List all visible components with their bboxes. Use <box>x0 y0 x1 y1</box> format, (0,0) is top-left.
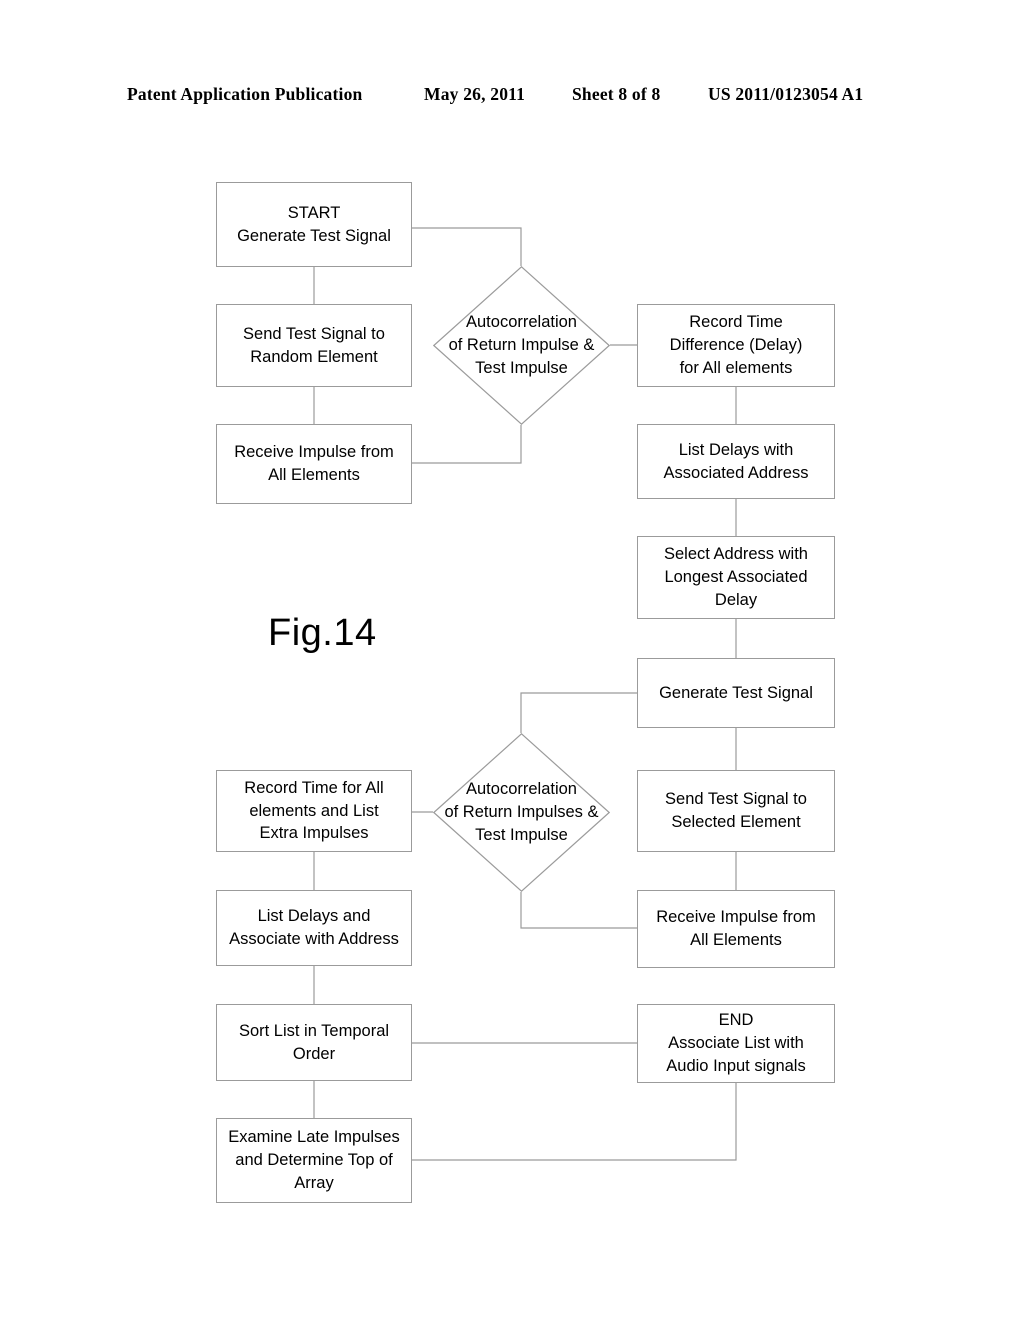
connector-autocorr-2-to-receive-2 <box>520 892 637 929</box>
node-examine-late-impulses[interactable]: Examine Late Impulses and Determine Top … <box>216 1118 412 1203</box>
node-autocorrelation-1[interactable]: Autocorrelation of Return Impulse & Test… <box>433 266 610 425</box>
node-end-label: END Associate List with Audio Input sign… <box>666 1011 806 1075</box>
node-select-address-longest-delay-label: Select Address with Longest Associated D… <box>664 545 808 609</box>
node-start[interactable]: START Generate Test Signal <box>216 182 412 267</box>
node-list-delays-associated-address[interactable]: List Delays with Associated Address <box>637 424 835 499</box>
node-examine-late-impulses-label: Examine Late Impulses and Determine Top … <box>228 1128 400 1192</box>
connector-examine-late-to-end <box>412 1083 737 1161</box>
node-start-label: START Generate Test Signal <box>237 203 391 245</box>
node-send-test-signal-selected-label: Send Test Signal to Selected Element <box>665 790 807 831</box>
node-send-test-signal-random-label: Send Test Signal to Random Element <box>243 324 385 366</box>
node-receive-impulse-all-1-label: Receive Impulse from All Elements <box>234 443 394 484</box>
node-receive-impulse-all-1[interactable]: Receive Impulse from All Elements <box>216 424 412 504</box>
flowchart-connectors <box>313 227 737 1161</box>
node-autocorrelation-2-label: Autocorrelation of Return Impulses & Tes… <box>444 780 599 844</box>
node-sort-list-temporal-order-label: Sort List in Temporal Order <box>238 1021 390 1063</box>
node-receive-impulse-all-2-label: Receive Impulse from All Elements <box>656 908 816 949</box>
connector-generate-test-to-autocorr-2 <box>520 692 637 733</box>
node-send-test-signal-selected[interactable]: Send Test Signal to Selected Element <box>637 770 835 852</box>
node-list-delays-associate-address-label: List Delays and Associate with Address <box>229 907 399 948</box>
node-record-time-difference-label: Record Time Difference (Delay) for All e… <box>669 313 803 377</box>
node-generate-test-signal-label: Generate Test Signal <box>659 683 813 702</box>
node-record-time-all-elements[interactable]: Record Time for All elements and List Ex… <box>216 770 412 852</box>
node-list-delays-associated-address-label: List Delays with Associated Address <box>663 440 809 482</box>
node-record-time-all-elements-label: Record Time for All elements and List Ex… <box>244 778 384 843</box>
node-autocorrelation-1-label: Autocorrelation of Return Impulse & Test… <box>448 313 595 377</box>
node-receive-impulse-all-2[interactable]: Receive Impulse from All Elements <box>637 890 835 968</box>
node-send-test-signal-random[interactable]: Send Test Signal to Random Element <box>216 304 412 387</box>
figure-caption: Fig.14 <box>268 612 377 654</box>
connector-autocorr-1-to-receive-1 <box>412 425 522 464</box>
node-end[interactable]: END Associate List with Audio Input sign… <box>637 1004 835 1083</box>
node-sort-list-temporal-order[interactable]: Sort List in Temporal Order <box>216 1004 412 1081</box>
node-autocorrelation-2[interactable]: Autocorrelation of Return Impulses & Tes… <box>433 733 610 892</box>
flowchart-diagram: START Generate Test Signal Send Test Sig… <box>0 0 1024 1320</box>
connector-start-to-autocorr-1 <box>412 227 522 266</box>
node-record-time-difference[interactable]: Record Time Difference (Delay) for All e… <box>637 304 835 387</box>
node-generate-test-signal[interactable]: Generate Test Signal <box>637 658 835 728</box>
node-list-delays-associate-address[interactable]: List Delays and Associate with Address <box>216 890 412 966</box>
node-select-address-longest-delay[interactable]: Select Address with Longest Associated D… <box>637 536 835 619</box>
